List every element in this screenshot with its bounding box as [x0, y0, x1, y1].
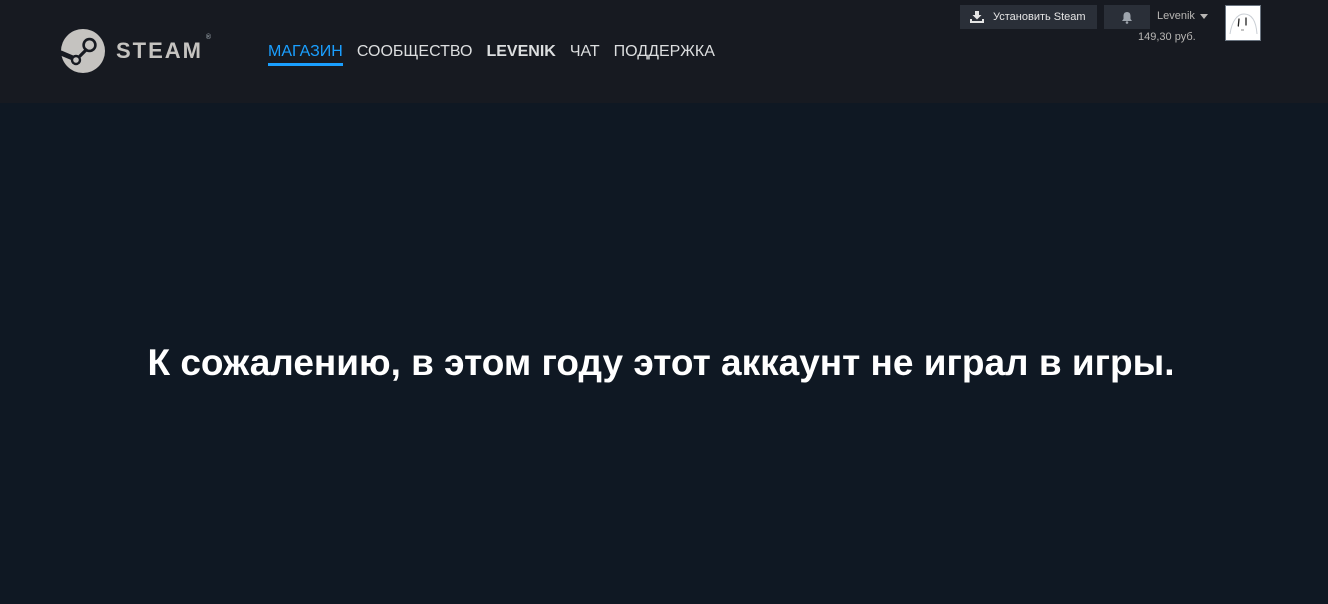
install-steam-label: Установить Steam: [993, 11, 1086, 23]
caret-down-icon: [1199, 13, 1208, 19]
account-name: Levenik: [1157, 10, 1195, 22]
wallet-balance[interactable]: 149,30 руб.: [1138, 31, 1196, 43]
nav-store[interactable]: МАГАЗИН: [268, 41, 343, 66]
logo-text: STEAM: [116, 38, 203, 63]
main-nav: МАГАЗИН СООБЩЕСТВО LEVENIK ЧАТ ПОДДЕРЖКА: [268, 41, 729, 66]
steam-logo[interactable]: STEAM ®: [61, 28, 211, 74]
install-steam-button[interactable]: Установить Steam: [960, 5, 1097, 29]
nav-profile[interactable]: LEVENIK: [486, 41, 555, 62]
logo-registered-mark: ®: [205, 34, 211, 41]
nav-chat[interactable]: ЧАТ: [570, 41, 600, 62]
no-games-message: К сожалению, в этом году этот аккаунт не…: [147, 342, 1175, 383]
bell-icon: [1122, 11, 1132, 24]
nav-support[interactable]: ПОДДЕРЖКА: [614, 41, 715, 62]
logo-wordmark: STEAM ®: [116, 34, 211, 64]
notifications-button[interactable]: [1104, 5, 1150, 29]
global-header: STEAM ® МАГАЗИН СООБЩЕСТВО LEVENIK ЧАТ ПО…: [0, 0, 1328, 103]
account-menu[interactable]: Levenik: [1157, 10, 1208, 22]
steam-logo-icon: [61, 29, 105, 73]
nav-community[interactable]: СООБЩЕСТВО: [357, 41, 473, 62]
avatar[interactable]: [1225, 5, 1261, 41]
avatar-image: [1226, 6, 1260, 40]
steam-download-icon: [970, 11, 984, 23]
